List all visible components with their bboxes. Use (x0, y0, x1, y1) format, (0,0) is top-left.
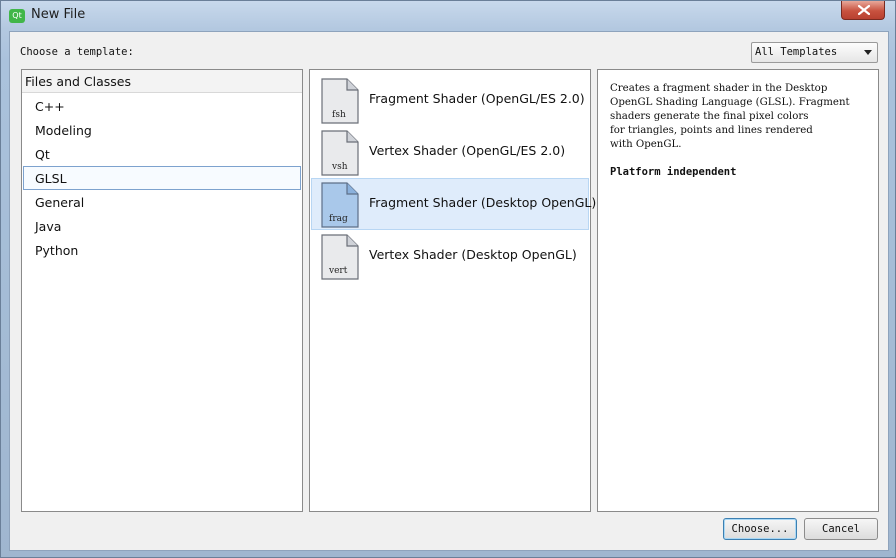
template-panel: fsh Fragment Shader (OpenGL/ES 2.0) vsh … (309, 69, 596, 512)
template-filter-value: All Templates (755, 46, 838, 58)
close-button[interactable] (841, 1, 885, 20)
template-item-vertex-shader-desktop[interactable]: vert Vertex Shader (Desktop OpenGL) (311, 230, 589, 282)
category-item-python[interactable]: Python (23, 238, 301, 262)
description-panel: Creates a fragment shader in the Desktop… (597, 69, 879, 512)
template-list: fsh Fragment Shader (OpenGL/ES 2.0) vsh … (310, 74, 596, 282)
title-bar[interactable]: Qt New File (1, 1, 895, 31)
window-title: New File (31, 7, 86, 22)
platform-label: Platform independent (610, 166, 737, 178)
shader-file-icon: vsh (321, 130, 359, 176)
template-description: Creates a fragment shader in the Desktop… (610, 82, 865, 152)
template-label: Vertex Shader (OpenGL/ES 2.0) (369, 143, 566, 158)
template-item-fragment-shader-es[interactable]: fsh Fragment Shader (OpenGL/ES 2.0) (311, 74, 589, 126)
dialog-content: Choose a template: All Templates Files a… (9, 31, 889, 551)
file-ext-label: frag (329, 214, 348, 224)
category-header: Files and Classes (22, 70, 302, 93)
template-item-vertex-shader-es[interactable]: vsh Vertex Shader (OpenGL/ES 2.0) (311, 126, 589, 178)
file-ext-label: vert (328, 266, 348, 276)
chevron-down-icon (864, 50, 872, 55)
description-line: with OpenGL. (610, 139, 682, 150)
template-label: Fragment Shader (OpenGL/ES 2.0) (369, 91, 585, 106)
category-panel: Files and Classes C++ Modeling Qt GLSL G… (21, 69, 303, 512)
category-item-qt[interactable]: Qt (23, 142, 301, 166)
template-label: Vertex Shader (Desktop OpenGL) (369, 247, 577, 262)
category-item-modeling[interactable]: Modeling (23, 118, 301, 142)
category-item-glsl[interactable]: GLSL (23, 166, 301, 190)
file-ext-label: vsh (331, 162, 348, 172)
dialog-window: Qt New File Choose a template: All Templ… (0, 0, 896, 558)
cancel-button[interactable]: Cancel (804, 518, 878, 540)
template-filter-dropdown[interactable]: All Templates (751, 42, 878, 63)
qt-creator-icon: Qt (9, 9, 25, 23)
description-line: Creates a fragment shader in the Desktop (610, 83, 828, 94)
description-line: shaders generate the final pixel colors (610, 111, 809, 122)
category-item-cpp[interactable]: C++ (23, 94, 301, 118)
category-item-java[interactable]: Java (23, 214, 301, 238)
category-item-general[interactable]: General (23, 190, 301, 214)
choose-button[interactable]: Choose... (723, 518, 797, 540)
shader-file-icon: vert (321, 234, 359, 280)
shader-file-icon: fsh (321, 78, 359, 124)
description-line: for triangles, points and lines rendered (610, 125, 813, 136)
file-ext-label: fsh (332, 110, 346, 120)
template-item-fragment-shader-desktop[interactable]: frag Fragment Shader (Desktop OpenGL) (311, 178, 596, 230)
template-label: Fragment Shader (Desktop OpenGL) (369, 195, 597, 210)
category-list: C++ Modeling Qt GLSL General Java Python (22, 94, 302, 262)
close-icon (858, 5, 870, 15)
description-line: OpenGL Shading Language (GLSL). Fragment (610, 97, 850, 108)
choose-template-label: Choose a template: (20, 46, 134, 58)
shader-file-icon: frag (321, 182, 359, 228)
